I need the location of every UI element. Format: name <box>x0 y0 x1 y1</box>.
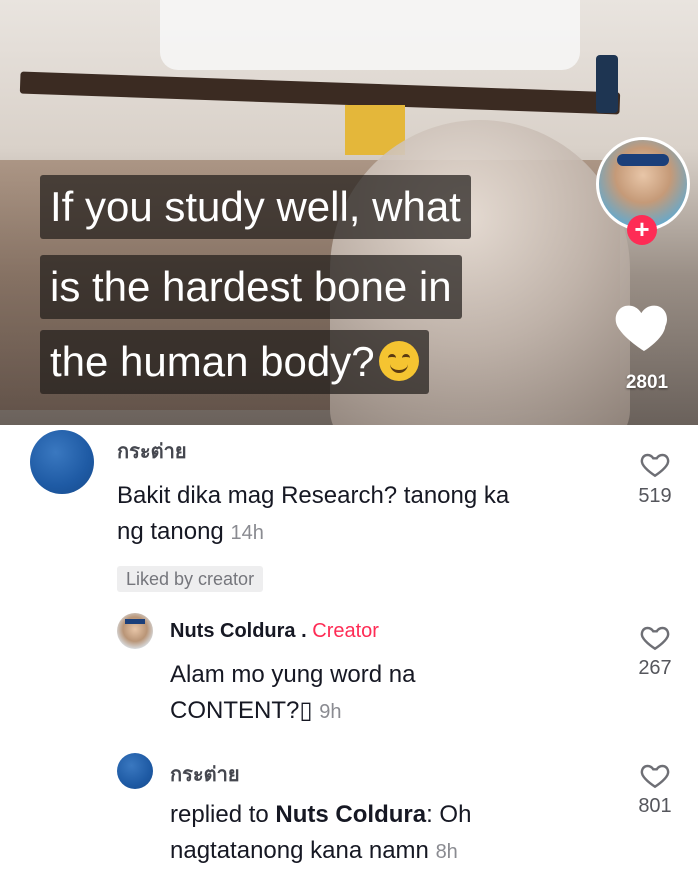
creator-reply-avatar[interactable] <box>117 613 153 649</box>
video-caption-line-3: the human body? <box>40 330 429 394</box>
video-caption-line-1: If you study well, what <box>40 175 471 239</box>
reply2-text-line-2: nagtatanong kana namn <box>170 837 429 864</box>
reply-username-text[interactable]: Nuts Coldura <box>170 620 296 642</box>
liked-by-creator-badge: Liked by creator <box>117 566 264 592</box>
background-can <box>596 55 618 113</box>
reply2-text: replied to Nuts Coldura: Oh nagtatanong … <box>170 797 471 870</box>
reply2-username[interactable]: กระต่าย <box>170 758 240 790</box>
video-caption-line-2: is the hardest bone in <box>40 255 462 319</box>
background-sign <box>160 0 580 70</box>
background-shelf <box>19 71 621 115</box>
comment-like-heart-icon[interactable] <box>639 449 671 481</box>
video-player[interactable]: If you study well, what is the hardest b… <box>0 0 698 425</box>
reply-separator: . <box>301 620 307 642</box>
replied-to-prefix: replied to <box>170 801 269 828</box>
reply-like-heart-icon[interactable] <box>639 622 671 654</box>
comment-text: Bakit dika mag Research? tanong ka ng ta… <box>117 478 509 551</box>
reply-like-count: 267 <box>638 657 672 679</box>
caption-text: the human body? <box>50 338 375 385</box>
like-heart-icon[interactable] <box>612 295 676 359</box>
reply-commenter-avatar[interactable] <box>117 753 153 789</box>
reply-username[interactable]: Nuts Coldura . Creator <box>170 620 379 643</box>
reply-text: Alam mo yung word na CONTENT?▯ 9h <box>170 657 415 730</box>
reply2-like-count: 801 <box>638 795 672 817</box>
follow-plus-icon[interactable]: + <box>627 215 657 245</box>
comment-like-count: 519 <box>638 485 672 507</box>
reply2-time: 8h <box>435 841 458 863</box>
smiling-emoji-icon <box>378 340 419 381</box>
replied-to-user[interactable]: Nuts Coldura <box>275 801 426 828</box>
reply-time: 9h <box>319 701 342 723</box>
reply2-like-heart-icon[interactable] <box>639 760 671 792</box>
reply-text-line-1: Alam mo yung word na <box>170 661 416 688</box>
reply-text-line-2: CONTENT?▯ <box>170 697 313 724</box>
comment-time: 14h <box>230 522 264 544</box>
comment-text-line-2: ng tanong <box>117 518 224 545</box>
comment-username[interactable]: กระต่าย <box>117 435 187 467</box>
commenter-avatar[interactable] <box>30 430 94 494</box>
creator-tag: Creator <box>312 620 379 642</box>
video-like-count: 2801 <box>625 372 669 393</box>
comment-text-line-1: Bakit dika mag Research? tanong ka <box>117 482 510 509</box>
reply2-text-line-1: : Oh <box>426 801 472 828</box>
